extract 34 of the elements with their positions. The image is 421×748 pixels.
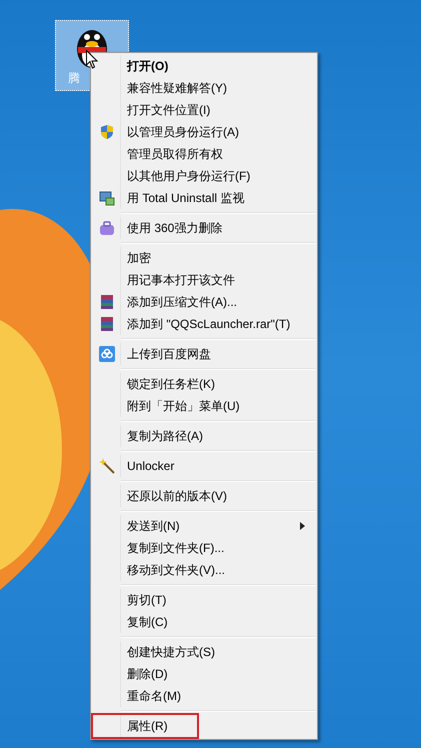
menu-item[interactable]: 复制(C): [93, 611, 315, 633]
monitor-icon: [98, 190, 114, 206]
menu-item[interactable]: 复制到文件夹(F)...: [93, 537, 315, 559]
menu-item[interactable]: 添加到 "QQScLauncher.rar"(T): [93, 313, 315, 335]
menu-item[interactable]: 以管理员身份运行(A): [93, 121, 315, 143]
toolbox-icon: [98, 220, 114, 236]
menu-item[interactable]: Unlocker: [93, 455, 315, 477]
menu-item[interactable]: 重命名(M): [93, 685, 315, 707]
menu-item[interactable]: 发送到(N): [93, 515, 315, 537]
menu-item[interactable]: 加密: [93, 247, 315, 269]
menu-item[interactable]: 打开文件位置(I): [93, 99, 315, 121]
menu-item[interactable]: 管理员取得所有权: [93, 143, 315, 165]
menu-item[interactable]: 添加到压缩文件(A)...: [93, 291, 315, 313]
menu-item[interactable]: 还原以前的版本(V): [93, 485, 315, 507]
magic-wand-icon: [98, 458, 114, 474]
menu-item[interactable]: 剪切(T): [93, 589, 315, 611]
menu-item[interactable]: 删除(D): [93, 663, 315, 685]
books-icon: [98, 294, 114, 310]
shield-icon: [98, 124, 114, 140]
menu-item[interactable]: 上传到百度网盘: [93, 343, 315, 365]
menu-item[interactable]: 创建快捷方式(S): [93, 641, 315, 663]
menu-item[interactable]: 使用 360强力删除: [93, 217, 315, 239]
books-icon: [98, 316, 114, 332]
menu-item[interactable]: 移动到文件夹(V)...: [93, 559, 315, 581]
menu-item[interactable]: 附到「开始」菜单(U): [93, 395, 315, 417]
mouse-cursor-icon: [86, 50, 98, 69]
menu-item[interactable]: 用记事本打开该文件: [93, 269, 315, 291]
menu-item[interactable]: 属性(R): [93, 715, 197, 737]
shortcut-label: 腾: [68, 70, 80, 87]
menu-item[interactable]: 锁定到任务栏(K): [93, 373, 315, 395]
menu-item[interactable]: 以其他用户身份运行(F): [93, 165, 315, 187]
menu-item[interactable]: 复制为路径(A): [93, 425, 315, 447]
menu-item[interactable]: 用 Total Uninstall 监视: [93, 187, 315, 209]
cloud-icon: [98, 346, 114, 362]
